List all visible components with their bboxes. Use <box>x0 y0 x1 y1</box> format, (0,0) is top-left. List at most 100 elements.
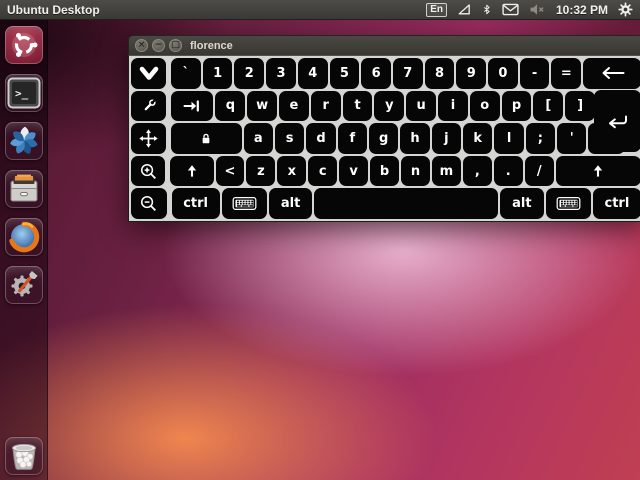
launcher-item-firefox[interactable] <box>5 218 43 256</box>
key-label: w <box>256 98 268 113</box>
key-label: v <box>349 164 357 179</box>
key-u[interactable]: u <box>406 91 436 122</box>
shift-arrow-icon <box>184 163 200 179</box>
shift-right-key[interactable] <box>556 156 640 187</box>
enter-key[interactable] <box>594 90 640 152</box>
backspace-key[interactable] <box>583 58 640 89</box>
key-semicolon[interactable]: ; <box>526 123 555 154</box>
key-a[interactable]: a <box>244 123 273 154</box>
wrench-key[interactable] <box>131 91 166 122</box>
key-k[interactable]: k <box>463 123 492 154</box>
key-w[interactable]: w <box>247 91 277 122</box>
maximize-button[interactable]: □ <box>169 39 182 52</box>
key-7[interactable]: 7 <box>393 58 423 89</box>
key-n[interactable]: n <box>401 156 430 187</box>
key-e[interactable]: e <box>279 91 309 122</box>
desktop-wallpaper[interactable]: >_ ×−□ florence `1234567890-= qw ertyuiop[… <box>0 20 640 480</box>
key-apostrophe[interactable]: ' <box>557 123 586 154</box>
hide-key[interactable] <box>131 58 166 89</box>
key-s[interactable]: s <box>275 123 304 154</box>
key-period[interactable]: . <box>494 156 523 187</box>
launcher-item-florence-keyboard[interactable] <box>5 122 43 160</box>
kbd-left-key[interactable] <box>222 188 267 219</box>
key-m[interactable]: m <box>432 156 461 187</box>
indicator-sound-muted[interactable] <box>529 3 546 16</box>
key-j[interactable]: j <box>432 123 461 154</box>
key-5[interactable]: 5 <box>330 58 360 89</box>
key-c[interactable]: c <box>308 156 337 187</box>
indicator-session[interactable] <box>618 2 633 17</box>
zoom-in-key[interactable] <box>131 156 165 187</box>
tab-key[interactable] <box>171 91 213 122</box>
keyboard-row-5: ctrl alt alt ctrl <box>130 187 640 220</box>
indicator-area: En 10:32 PM <box>426 2 633 17</box>
key-8[interactable]: 8 <box>425 58 455 89</box>
key-label: e <box>290 98 299 113</box>
key-bracket-close[interactable]: ] <box>565 91 595 122</box>
key-0[interactable]: 0 <box>488 58 518 89</box>
key-l[interactable]: l <box>494 123 523 154</box>
ctrl-right-key[interactable]: ctrl <box>593 188 640 219</box>
key-comma[interactable]: , <box>463 156 492 187</box>
key-bracket-open[interactable]: [ <box>533 91 563 122</box>
active-app-menu[interactable]: Ubuntu Desktop <box>7 3 100 17</box>
key-backtick[interactable]: ` <box>171 58 201 89</box>
launcher-item-trash[interactable] <box>5 437 43 475</box>
caps-lock-key[interactable] <box>171 123 242 154</box>
ctrl-left-key[interactable]: ctrl <box>172 188 220 219</box>
kbd-right-key[interactable] <box>546 188 591 219</box>
alt-right-key[interactable]: alt <box>500 188 544 219</box>
launcher-item-file-manager[interactable] <box>5 170 43 208</box>
launcher-item-dash-home[interactable] <box>5 26 43 64</box>
key-label: h <box>410 131 419 146</box>
key-i[interactable]: i <box>438 91 468 122</box>
launcher-item-system-settings[interactable] <box>5 266 43 304</box>
indicator-bluetooth[interactable] <box>482 2 492 17</box>
indicator-network[interactable] <box>457 2 472 17</box>
indicator-keyboard-layout[interactable]: En <box>426 3 447 17</box>
unity-launcher: >_ <box>0 20 48 480</box>
zoom-out-icon <box>139 194 158 213</box>
key-less[interactable]: < <box>216 156 245 187</box>
indicator-clock[interactable]: 10:32 PM <box>556 3 608 17</box>
key-equals[interactable]: = <box>551 58 581 89</box>
launcher-item-terminal[interactable]: >_ <box>5 74 43 112</box>
key-x[interactable]: x <box>277 156 306 187</box>
close-button[interactable]: × <box>135 39 148 52</box>
top-panel: Ubuntu Desktop En 10:32 PM <box>0 0 640 20</box>
alt-left-key[interactable]: alt <box>269 188 313 219</box>
key-label: ; <box>538 131 543 146</box>
key-q[interactable]: q <box>215 91 245 122</box>
key-b[interactable]: b <box>370 156 399 187</box>
key-t[interactable]: t <box>343 91 373 122</box>
key-slash[interactable]: / <box>525 156 554 187</box>
keyboard-row-2: qw ertyuiop[] <box>130 90 640 123</box>
key-minus[interactable]: - <box>520 58 550 89</box>
key-6[interactable]: 6 <box>361 58 391 89</box>
key-2[interactable]: 2 <box>234 58 264 89</box>
key-p[interactable]: p <box>502 91 532 122</box>
key-v[interactable]: v <box>339 156 368 187</box>
virtual-keyboard: `1234567890-=qwertyuiop[]asdfghjkl;'\<zx… <box>128 55 640 222</box>
window-titlebar[interactable]: ×−□ florence <box>128 35 640 55</box>
key-y[interactable]: y <box>374 91 404 122</box>
key-g[interactable]: g <box>369 123 398 154</box>
key-h[interactable]: h <box>400 123 429 154</box>
shift-left-key[interactable] <box>170 156 213 187</box>
move-key[interactable] <box>131 123 166 154</box>
key-d[interactable]: d <box>306 123 335 154</box>
key-9[interactable]: 9 <box>456 58 486 89</box>
space-key[interactable] <box>314 188 498 219</box>
key-z[interactable]: z <box>246 156 275 187</box>
key-4[interactable]: 4 <box>298 58 328 89</box>
minimize-button[interactable]: − <box>152 39 165 52</box>
key-f[interactable]: f <box>338 123 367 154</box>
indicator-messages[interactable] <box>502 3 519 16</box>
shift-arrow-icon <box>590 163 606 179</box>
key-o[interactable]: o <box>470 91 500 122</box>
key-label: 4 <box>308 66 317 81</box>
key-1[interactable]: 1 <box>203 58 233 89</box>
zoom-out-key[interactable] <box>131 188 167 219</box>
key-3[interactable]: 3 <box>266 58 296 89</box>
key-r[interactable]: r <box>311 91 341 122</box>
